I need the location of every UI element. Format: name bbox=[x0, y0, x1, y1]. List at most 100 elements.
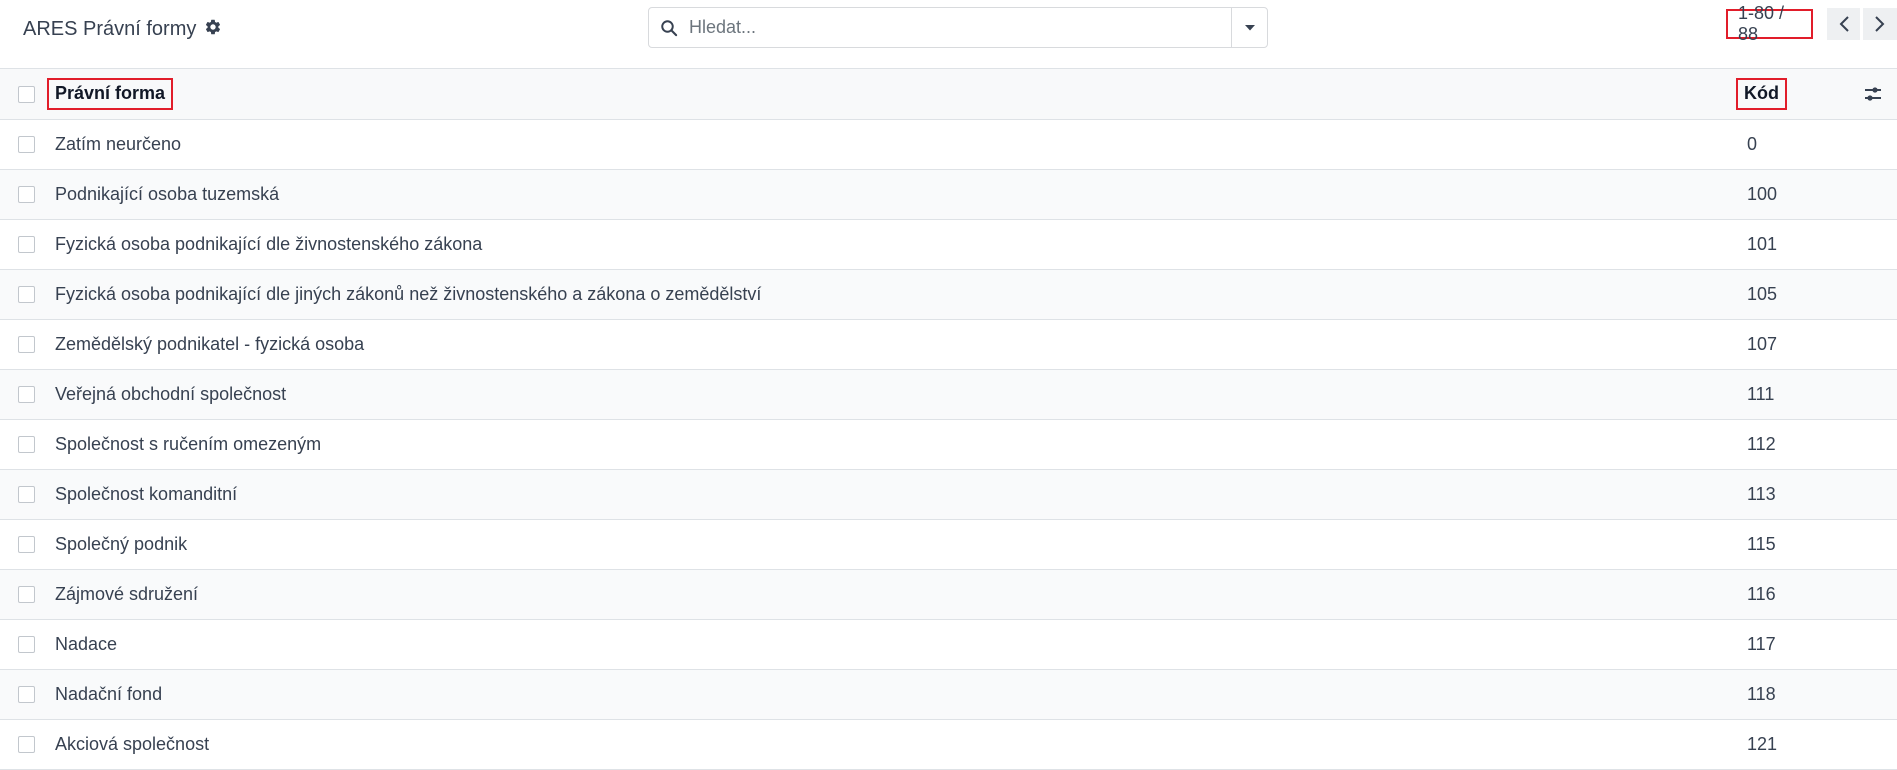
row-checkbox[interactable] bbox=[18, 486, 35, 504]
row-select-cell bbox=[0, 719, 55, 770]
row-select-cell bbox=[0, 169, 55, 220]
column-header-name-label: Právní forma bbox=[47, 77, 174, 110]
row-checkbox[interactable] bbox=[18, 736, 35, 754]
select-all-checkbox[interactable] bbox=[18, 86, 35, 103]
row-name[interactable]: Společnost komanditní bbox=[55, 469, 1745, 520]
pager: 1-80 / 88 bbox=[1726, 3, 1897, 44]
row-select-cell bbox=[0, 419, 55, 470]
table-row[interactable]: Fyzická osoba podnikající dle živnostens… bbox=[0, 219, 1897, 270]
row-name[interactable]: Nadační fond bbox=[55, 669, 1745, 720]
list-view: Právní forma Kód Zatím neurčeno 0 Podnik… bbox=[0, 69, 1897, 770]
row-code[interactable]: 0 bbox=[1745, 119, 1865, 170]
table-row[interactable]: Společnost s ručením omezeným 112 bbox=[0, 419, 1897, 470]
row-code[interactable]: 117 bbox=[1745, 619, 1865, 670]
row-code[interactable]: 111 bbox=[1745, 369, 1865, 420]
row-checkbox[interactable] bbox=[18, 436, 35, 454]
row-select-cell bbox=[0, 119, 55, 170]
row-checkbox[interactable] bbox=[18, 686, 35, 704]
row-empty-cell bbox=[1865, 119, 1897, 170]
row-name[interactable]: Společnost s ručením omezeným bbox=[55, 419, 1745, 470]
table-row[interactable]: Podnikající osoba tuzemská 100 bbox=[0, 169, 1897, 220]
row-checkbox[interactable] bbox=[18, 136, 35, 154]
chevron-right-icon bbox=[1875, 16, 1885, 32]
row-name[interactable]: Veřejná obchodní společnost bbox=[55, 369, 1745, 420]
row-code[interactable]: 113 bbox=[1745, 469, 1865, 520]
table-row[interactable]: Nadační fond 118 bbox=[0, 669, 1897, 720]
page-title: ARES Právní formy bbox=[23, 17, 197, 40]
row-code[interactable]: 101 bbox=[1745, 219, 1865, 270]
gear-icon[interactable] bbox=[204, 17, 222, 42]
row-checkbox[interactable] bbox=[18, 636, 35, 654]
row-empty-cell bbox=[1865, 519, 1897, 570]
table-row[interactable]: Zájmové sdružení 116 bbox=[0, 569, 1897, 620]
control-panel: ARES Právní formy 1-80 / 88 bbox=[0, 0, 1897, 69]
row-name[interactable]: Nadace bbox=[55, 619, 1745, 670]
row-name[interactable]: Fyzická osoba podnikající dle jiných zák… bbox=[55, 269, 1745, 320]
row-name[interactable]: Zemědělský podnikatel - fyzická osoba bbox=[55, 319, 1745, 370]
row-select-cell bbox=[0, 219, 55, 270]
column-header-name[interactable]: Právní forma bbox=[47, 69, 1745, 120]
row-name[interactable]: Zájmové sdružení bbox=[55, 569, 1745, 620]
row-name[interactable]: Zatím neurčeno bbox=[55, 119, 1745, 170]
row-code[interactable]: 107 bbox=[1745, 319, 1865, 370]
table-row[interactable]: Společnost komanditní 113 bbox=[0, 469, 1897, 520]
row-checkbox[interactable] bbox=[18, 286, 35, 304]
row-empty-cell bbox=[1865, 619, 1897, 670]
table-row[interactable]: Zemědělský podnikatel - fyzická osoba 10… bbox=[0, 319, 1897, 370]
row-select-cell bbox=[0, 469, 55, 520]
row-select-cell bbox=[0, 519, 55, 570]
row-checkbox[interactable] bbox=[18, 236, 35, 254]
table-row[interactable]: Společný podnik 115 bbox=[0, 519, 1897, 570]
row-name[interactable]: Společný podnik bbox=[55, 519, 1745, 570]
table-row[interactable]: Akciová společnost 121 bbox=[0, 719, 1897, 770]
row-checkbox[interactable] bbox=[18, 336, 35, 354]
row-code[interactable]: 116 bbox=[1745, 569, 1865, 620]
caret-down-icon bbox=[1244, 24, 1255, 30]
row-code[interactable]: 100 bbox=[1745, 169, 1865, 220]
search-icon bbox=[649, 8, 689, 47]
row-select-cell bbox=[0, 269, 55, 320]
row-empty-cell bbox=[1865, 319, 1897, 370]
row-checkbox[interactable] bbox=[18, 186, 35, 204]
column-header-code[interactable]: Kód bbox=[1736, 69, 1865, 120]
search-input[interactable] bbox=[689, 8, 1231, 47]
table-row[interactable]: Fyzická osoba podnikající dle jiných zák… bbox=[0, 269, 1897, 320]
records-table: Právní forma Kód Zatím neurčeno 0 Podnik… bbox=[0, 69, 1897, 770]
row-empty-cell bbox=[1865, 219, 1897, 270]
row-empty-cell bbox=[1865, 669, 1897, 720]
row-name[interactable]: Fyzická osoba podnikající dle živnostens… bbox=[55, 219, 1745, 270]
row-empty-cell bbox=[1865, 469, 1897, 520]
row-select-cell bbox=[0, 619, 55, 670]
row-code[interactable]: 115 bbox=[1745, 519, 1865, 570]
optional-columns-toggle[interactable] bbox=[1865, 69, 1897, 120]
search-options-toggle[interactable] bbox=[1231, 8, 1267, 47]
row-empty-cell bbox=[1865, 169, 1897, 220]
row-name[interactable]: Akciová společnost bbox=[55, 719, 1745, 770]
table-header-row: Právní forma Kód bbox=[0, 69, 1897, 120]
pager-previous-button[interactable] bbox=[1826, 8, 1861, 40]
row-select-cell bbox=[0, 319, 55, 370]
row-name[interactable]: Podnikající osoba tuzemská bbox=[55, 169, 1745, 220]
row-empty-cell bbox=[1865, 269, 1897, 320]
table-row[interactable]: Veřejná obchodní společnost 111 bbox=[0, 369, 1897, 420]
row-checkbox[interactable] bbox=[18, 536, 35, 554]
chevron-left-icon bbox=[1839, 16, 1849, 32]
pager-next-button[interactable] bbox=[1863, 8, 1897, 40]
row-code[interactable]: 118 bbox=[1745, 669, 1865, 720]
row-empty-cell bbox=[1865, 569, 1897, 620]
breadcrumb: ARES Právní formy bbox=[23, 16, 222, 42]
table-row[interactable]: Zatím neurčeno 0 bbox=[0, 119, 1897, 170]
pager-value[interactable]: 1-80 / 88 bbox=[1726, 3, 1813, 44]
row-code[interactable]: 121 bbox=[1745, 719, 1865, 770]
table-row[interactable]: Nadace 117 bbox=[0, 619, 1897, 670]
row-code[interactable]: 112 bbox=[1745, 419, 1865, 470]
search-bar bbox=[648, 7, 1268, 48]
column-header-code-label: Kód bbox=[1736, 77, 1787, 110]
row-select-cell bbox=[0, 669, 55, 720]
row-code[interactable]: 105 bbox=[1745, 269, 1865, 320]
row-empty-cell bbox=[1865, 419, 1897, 470]
row-select-cell bbox=[0, 569, 55, 620]
row-select-cell bbox=[0, 369, 55, 420]
row-checkbox[interactable] bbox=[18, 586, 35, 604]
row-checkbox[interactable] bbox=[18, 386, 35, 404]
